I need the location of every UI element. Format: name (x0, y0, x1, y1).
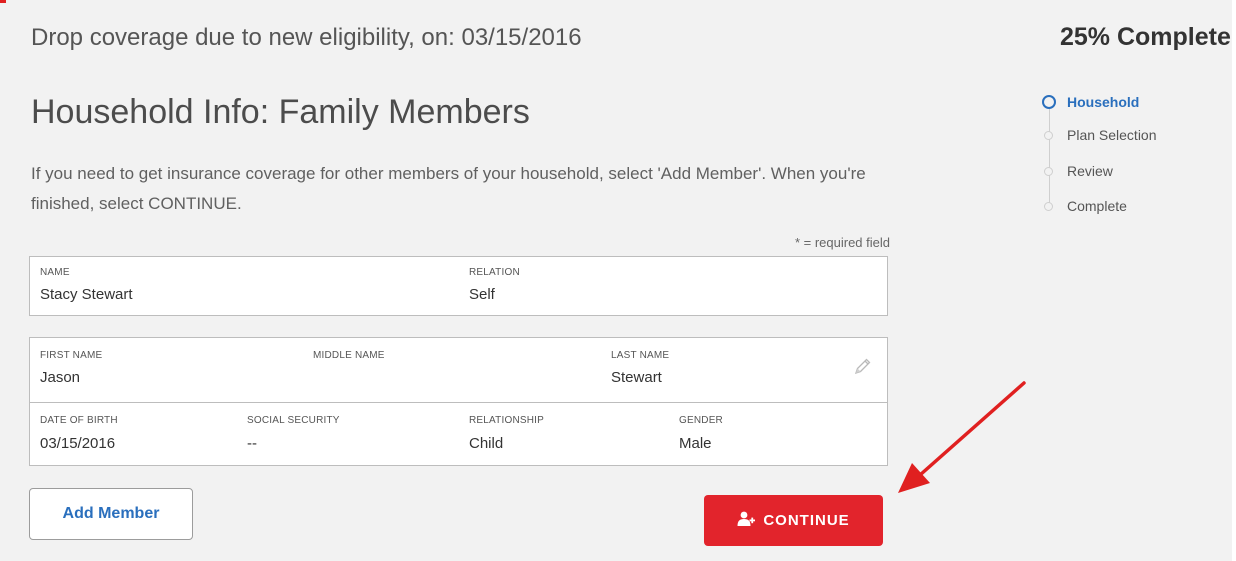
step-household: Household (1040, 89, 1139, 115)
relation-label: RELATION (469, 267, 520, 278)
name-label: NAME (40, 267, 70, 278)
middle-name-label: MIDDLE NAME (313, 350, 385, 361)
progress-percent: 25% Complete (1060, 23, 1231, 51)
first-name-value: Jason (40, 369, 81, 386)
relationship-value: Child (469, 435, 504, 452)
ssn-value: -- (247, 435, 257, 452)
primary-name-value: Stacy Stewart (40, 286, 133, 303)
last-name-label: LAST NAME (611, 350, 670, 361)
annotation-mark (0, 0, 6, 3)
primary-relation-value: Self (469, 286, 495, 303)
relationship-label: RELATIONSHIP (469, 415, 545, 426)
step-label: Review (1067, 163, 1113, 179)
step-review: Review (1040, 158, 1113, 184)
enrollment-panel: Drop coverage due to new eligibility, on… (0, 0, 1232, 561)
add-member-button[interactable]: Add Member (29, 488, 193, 540)
step-plan-selection: Plan Selection (1040, 122, 1157, 148)
dob-label: DATE OF BIRTH (40, 415, 118, 426)
step-dot-icon (1044, 166, 1053, 176)
step-label: Complete (1067, 198, 1127, 214)
dob-value: 03/15/2016 (40, 435, 116, 452)
coverage-event-text: Drop coverage due to new eligibility, on… (31, 24, 582, 51)
continue-label: CONTINUE (763, 512, 850, 529)
step-dot-icon (1044, 130, 1053, 140)
primary-member-card: NAME Stacy Stewart RELATION Self (29, 256, 888, 316)
ssn-label: SOCIAL SECURITY (247, 415, 340, 426)
card-divider (30, 402, 887, 403)
step-active-icon (1042, 95, 1056, 109)
family-member-card[interactable]: FIRST NAME Jason MIDDLE NAME LAST NAME S… (29, 337, 888, 466)
add-user-icon (737, 511, 756, 531)
instructions-text: If you need to get insurance coverage fo… (31, 164, 866, 213)
gender-value: Male (679, 435, 712, 452)
first-name-label: FIRST NAME (40, 350, 103, 361)
continue-button[interactable]: CONTINUE (704, 495, 883, 546)
last-name-value: Stewart (611, 369, 662, 386)
pencil-icon[interactable] (853, 356, 873, 376)
gender-label: GENDER (679, 415, 723, 426)
required-field-note: * = required field (794, 235, 890, 250)
step-label: Plan Selection (1067, 127, 1157, 143)
step-dot-icon (1044, 201, 1053, 211)
progress-steps: Household Plan Selection Review Complete (1040, 88, 1230, 228)
annotation-arrow-icon (898, 381, 1026, 493)
page-title: Household Info: Family Members (31, 93, 530, 131)
step-complete: Complete (1040, 193, 1127, 219)
step-label: Household (1067, 94, 1140, 110)
